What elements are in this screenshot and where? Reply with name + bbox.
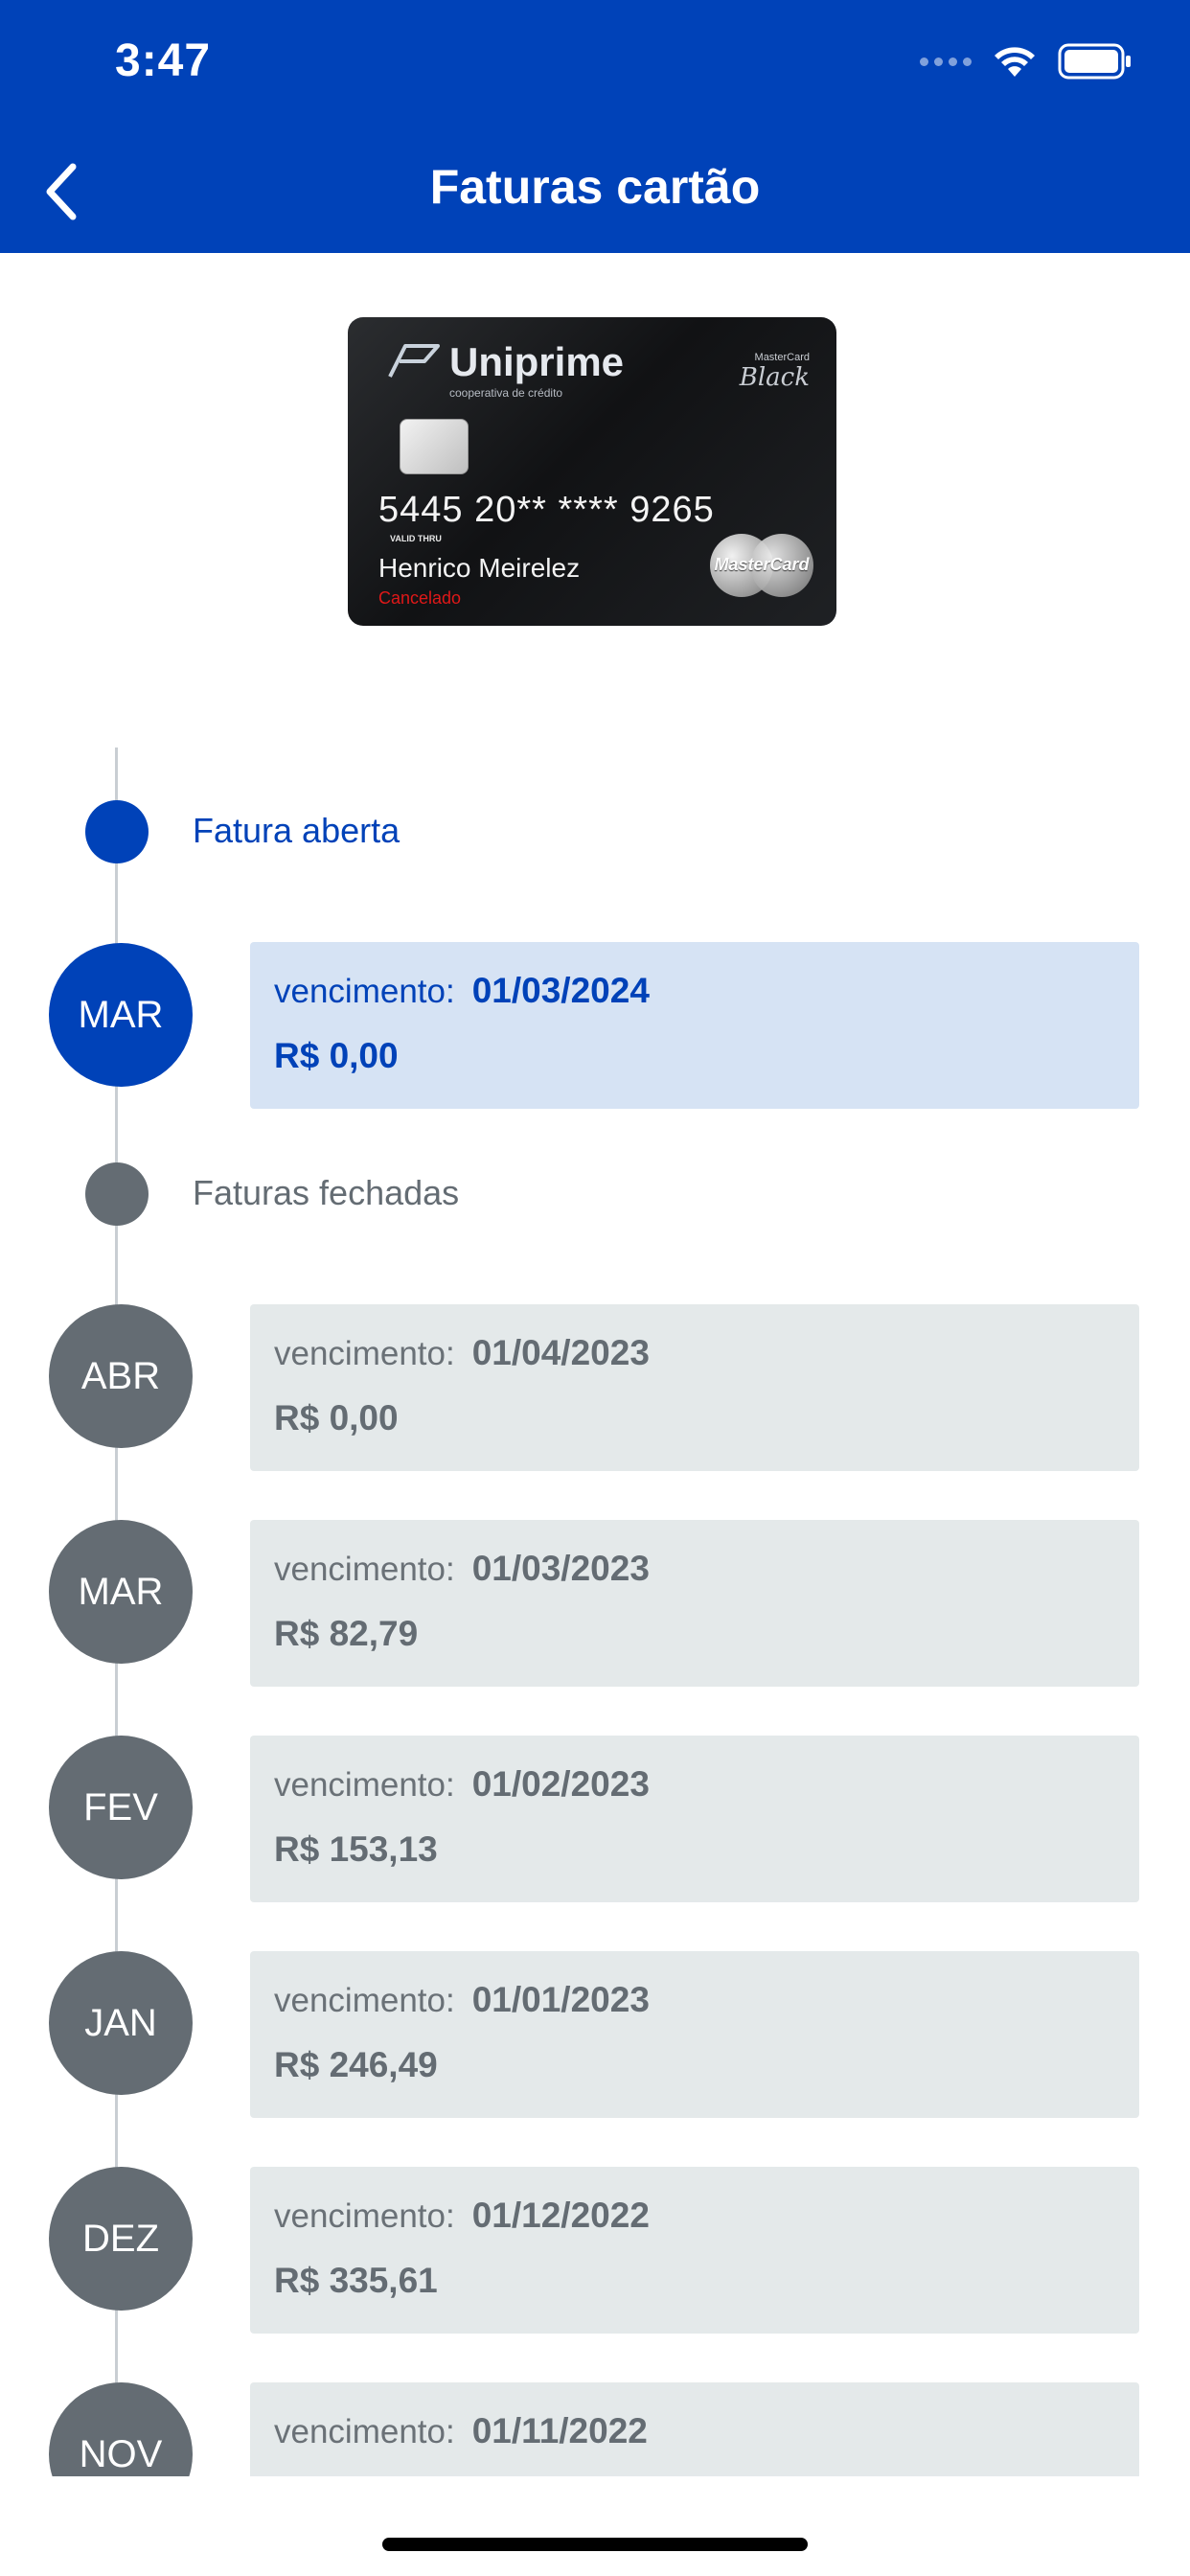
invoice-amount: R$ 82,79 <box>274 1614 419 1653</box>
due-label: vencimento: <box>274 1766 455 1804</box>
card-network: MasterCard <box>714 555 810 574</box>
uniprime-logo-icon <box>388 344 440 378</box>
card-status: Cancelado <box>378 588 462 608</box>
month-badge: FEV <box>49 1736 193 1879</box>
card-number: 5445 20** **** 9265 <box>378 490 715 530</box>
card-tier-name: Black <box>739 363 810 392</box>
card-brand-logo: Uniprime cooperativa de crédito <box>386 342 624 400</box>
due-date: 01/12/2022 <box>471 2196 650 2235</box>
due-label: vencimento: <box>274 1982 455 2019</box>
month-badge: MAR <box>49 943 193 1087</box>
month-badge: JAN <box>49 1951 193 2095</box>
credit-card: Uniprime cooperativa de crédito MasterCa… <box>348 317 836 626</box>
card-tier: MasterCard Black <box>740 352 810 392</box>
mastercard-logo-icon: MasterCard <box>710 534 813 597</box>
invoice-card[interactable]: vencimento: 01/01/2023 R$ 246,49 <box>250 1951 1139 2118</box>
invoice-amount: R$ 153,13 <box>274 1829 438 1869</box>
invoice-card-open[interactable]: vencimento: 01/03/2024 R$ 0,00 <box>250 942 1139 1109</box>
card-tier-network: MasterCard <box>754 352 810 363</box>
invoice-card[interactable]: vencimento: 01/02/2023 R$ 153,13 <box>250 1736 1139 1902</box>
due-label: vencimento: <box>274 2197 455 2235</box>
due-date: 01/03/2024 <box>471 971 650 1010</box>
invoice-amount: R$ 0,00 <box>274 1398 399 1438</box>
due-label: vencimento: <box>274 1335 455 1372</box>
month-badge: ABR <box>49 1304 193 1448</box>
invoice-amount: R$ 335,61 <box>274 2261 438 2300</box>
invoice-amount: R$ 246,49 <box>274 2045 438 2084</box>
card-holder-name: Henrico Meirelez <box>378 553 581 583</box>
timeline-dot <box>85 1162 149 1226</box>
invoice-card[interactable]: vencimento: 01/12/2022 R$ 335,61 <box>250 2167 1139 2334</box>
card-chip-icon <box>400 419 469 474</box>
month-badge: NOV <box>49 2382 193 2476</box>
invoice-card[interactable]: vencimento: 01/04/2023 R$ 0,00 <box>250 1304 1139 1471</box>
due-label: vencimento: <box>274 1551 455 1588</box>
due-date: 01/03/2023 <box>471 1549 650 1588</box>
timeline-dot <box>85 800 149 863</box>
scroll-content[interactable]: Uniprime cooperativa de crédito MasterCa… <box>0 0 1190 2476</box>
month-badge: DEZ <box>49 2167 193 2311</box>
due-date: 01/04/2023 <box>471 1333 650 1372</box>
invoice-card[interactable]: vencimento: 01/03/2023 R$ 82,79 <box>250 1520 1139 1687</box>
section-label-closed: Faturas fechadas <box>193 1173 460 1212</box>
due-date: 01/01/2023 <box>471 1980 650 2019</box>
card-brand-sub: cooperativa de crédito <box>449 386 563 400</box>
invoice-card[interactable]: vencimento: 01/11/2022 <box>250 2382 1139 2476</box>
card-brand: Uniprime <box>449 339 625 384</box>
due-date: 01/02/2023 <box>471 1764 650 1804</box>
due-label: vencimento: <box>274 973 455 1010</box>
home-indicator[interactable] <box>382 2538 808 2551</box>
month-badge: MAR <box>49 1520 193 1664</box>
invoice-amount: R$ 0,00 <box>274 1036 399 1075</box>
card-valid-thru: VALID THRU <box>390 534 442 543</box>
section-label-open: Fatura aberta <box>193 811 400 850</box>
due-label: vencimento: <box>274 2413 455 2450</box>
due-date: 01/11/2022 <box>471 2411 648 2450</box>
